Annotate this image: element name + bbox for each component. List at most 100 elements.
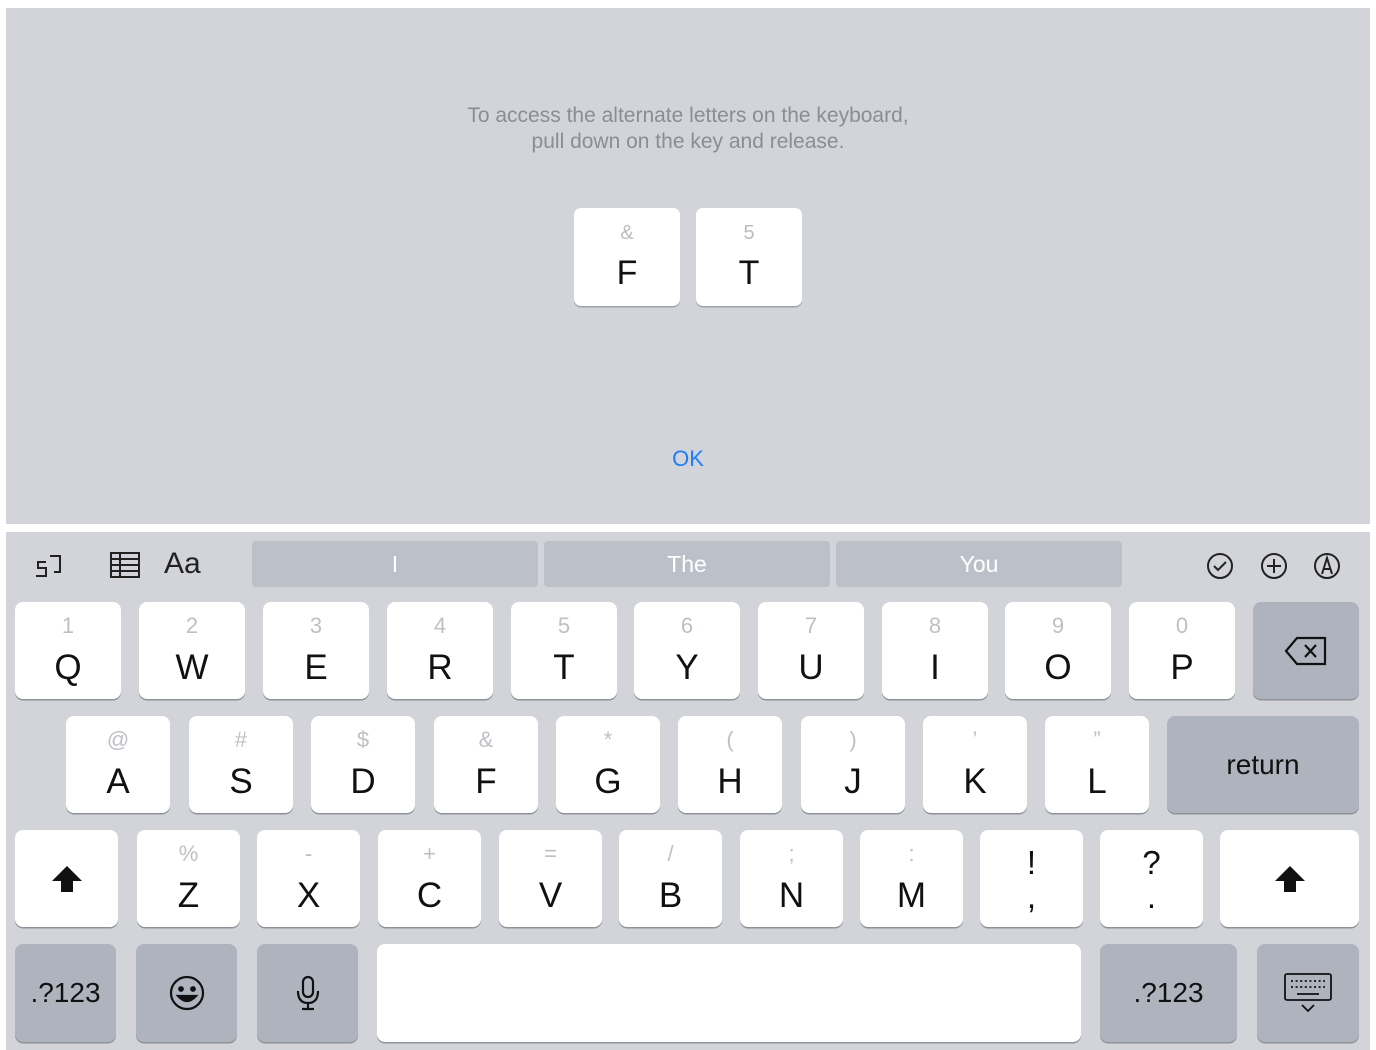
- key-n[interactable]: ; N: [740, 830, 843, 927]
- key-main-label: P: [1170, 648, 1194, 687]
- key-main-label: M: [896, 876, 927, 915]
- key-alt-label: 4: [433, 613, 447, 638]
- key-t[interactable]: 5 T: [511, 602, 617, 699]
- key-main-label: O: [1044, 648, 1072, 687]
- numbers-key-right[interactable]: .?123: [1100, 944, 1237, 1042]
- markup-icon[interactable]: [1311, 550, 1343, 582]
- key-alt-label: 8: [928, 613, 942, 638]
- key-o[interactable]: 9 O: [1005, 602, 1111, 699]
- numbers-label: .?123: [1133, 977, 1204, 1008]
- key-alt-label: *: [603, 727, 613, 752]
- undo-shortcut-icon[interactable]: [32, 548, 68, 582]
- key-main-label: H: [717, 762, 743, 801]
- shift-key-right[interactable]: [1220, 830, 1359, 927]
- key-alt-label: ;: [788, 841, 795, 866]
- demo-key-main: T: [738, 254, 760, 292]
- microphone-icon: [257, 944, 358, 1042]
- key-main-label: F: [475, 762, 497, 801]
- demo-key-f: & F: [574, 208, 680, 306]
- key-u[interactable]: 7 U: [758, 602, 864, 699]
- shift-icon: [1220, 830, 1359, 927]
- key-s[interactable]: # S: [189, 716, 293, 813]
- key-alt-label: :: [908, 841, 915, 866]
- key-alt-label: -: [304, 841, 313, 866]
- key-main-label: W: [175, 648, 209, 687]
- key-alt-label: 6: [680, 613, 694, 638]
- key-exclamation-comma[interactable]: ! ,: [980, 830, 1083, 927]
- shift-icon: [15, 830, 118, 927]
- suggestion-2[interactable]: The: [544, 541, 830, 587]
- keyboard-dismiss-icon: [1257, 944, 1359, 1042]
- table-icon[interactable]: [108, 550, 142, 580]
- suggestion-1[interactable]: I: [252, 541, 538, 587]
- checklist-icon[interactable]: [1204, 550, 1236, 582]
- key-alt-label: 5: [557, 613, 571, 638]
- return-key[interactable]: return: [1167, 716, 1359, 813]
- key-m[interactable]: : M: [860, 830, 963, 927]
- key-f[interactable]: & F: [434, 716, 538, 813]
- key-z[interactable]: % Z: [137, 830, 240, 927]
- key-main-label: J: [844, 762, 862, 801]
- key-main-label: Z: [177, 876, 200, 915]
- dismiss-keyboard-key[interactable]: [1257, 944, 1359, 1042]
- key-c[interactable]: + C: [378, 830, 481, 927]
- dictation-key[interactable]: [257, 944, 358, 1042]
- key-alt-label: /: [667, 841, 674, 866]
- instruction-line-1: To access the alternate letters on the k…: [467, 104, 909, 127]
- key-main-label: V: [538, 876, 563, 915]
- key-r[interactable]: 4 R: [387, 602, 493, 699]
- space-key[interactable]: [377, 944, 1081, 1042]
- key-main-label: G: [594, 762, 622, 801]
- key-k[interactable]: ’ K: [923, 716, 1027, 813]
- key-g[interactable]: * G: [556, 716, 660, 813]
- delete-key[interactable]: [1253, 602, 1359, 699]
- key-y[interactable]: 6 Y: [634, 602, 740, 699]
- key-alt-label: 9: [1051, 613, 1065, 638]
- key-b[interactable]: / B: [619, 830, 722, 927]
- key-alt-label: +: [423, 841, 436, 866]
- key-j[interactable]: ) J: [801, 716, 905, 813]
- key-v[interactable]: = V: [499, 830, 602, 927]
- key-top-label: ?: [1142, 844, 1161, 881]
- key-l[interactable]: ” L: [1045, 716, 1149, 813]
- demo-key-alt: 5: [743, 222, 755, 244]
- key-main-label: U: [798, 648, 824, 687]
- key-i[interactable]: 8 I: [882, 602, 988, 699]
- ok-button[interactable]: OK: [658, 444, 718, 474]
- format-text-icon[interactable]: Aa: [164, 546, 214, 582]
- keyboard-tip-overlay: To access the alternate letters on the k…: [6, 8, 1370, 524]
- key-h[interactable]: ( H: [678, 716, 782, 813]
- key-q[interactable]: 1 Q: [15, 602, 121, 699]
- shift-key-left[interactable]: [15, 830, 118, 927]
- key-main-label: K: [963, 762, 987, 801]
- key-e[interactable]: 3 E: [263, 602, 369, 699]
- add-icon[interactable]: [1258, 550, 1290, 582]
- key-a[interactable]: @ A: [66, 716, 170, 813]
- demo-key-alt: &: [620, 222, 634, 244]
- instruction-line-2: pull down on the key and release.: [531, 130, 845, 153]
- key-main-label: N: [778, 876, 805, 915]
- key-p[interactable]: 0 P: [1129, 602, 1235, 699]
- key-alt-label: &: [478, 727, 494, 752]
- key-main-label: D: [350, 762, 376, 801]
- emoji-key[interactable]: [136, 944, 237, 1042]
- key-alt-label: @: [106, 727, 130, 752]
- onscreen-keyboard: Aa I The You 1 Q 2 W 3 E 4 R 5 T 6 Y 7 U…: [6, 532, 1370, 1050]
- numbers-key-left[interactable]: .?123: [15, 944, 116, 1042]
- key-main-label: B: [658, 876, 683, 915]
- key-d[interactable]: $ D: [311, 716, 415, 813]
- return-label: return: [1226, 748, 1300, 780]
- key-alt-label: (: [726, 727, 734, 752]
- key-question-period[interactable]: ? .: [1100, 830, 1203, 927]
- key-alt-label: 0: [1175, 613, 1189, 638]
- suggestion-3[interactable]: You: [836, 541, 1122, 587]
- key-alt-label: ”: [1093, 727, 1101, 752]
- key-main-label: E: [304, 648, 328, 687]
- key-main-label: Y: [675, 648, 699, 687]
- key-alt-label: 3: [309, 613, 323, 638]
- key-top-label: !: [1026, 844, 1037, 881]
- key-x[interactable]: - X: [257, 830, 360, 927]
- key-main-label: Q: [54, 648, 82, 687]
- key-main-label: X: [296, 876, 321, 915]
- key-w[interactable]: 2 W: [139, 602, 245, 699]
